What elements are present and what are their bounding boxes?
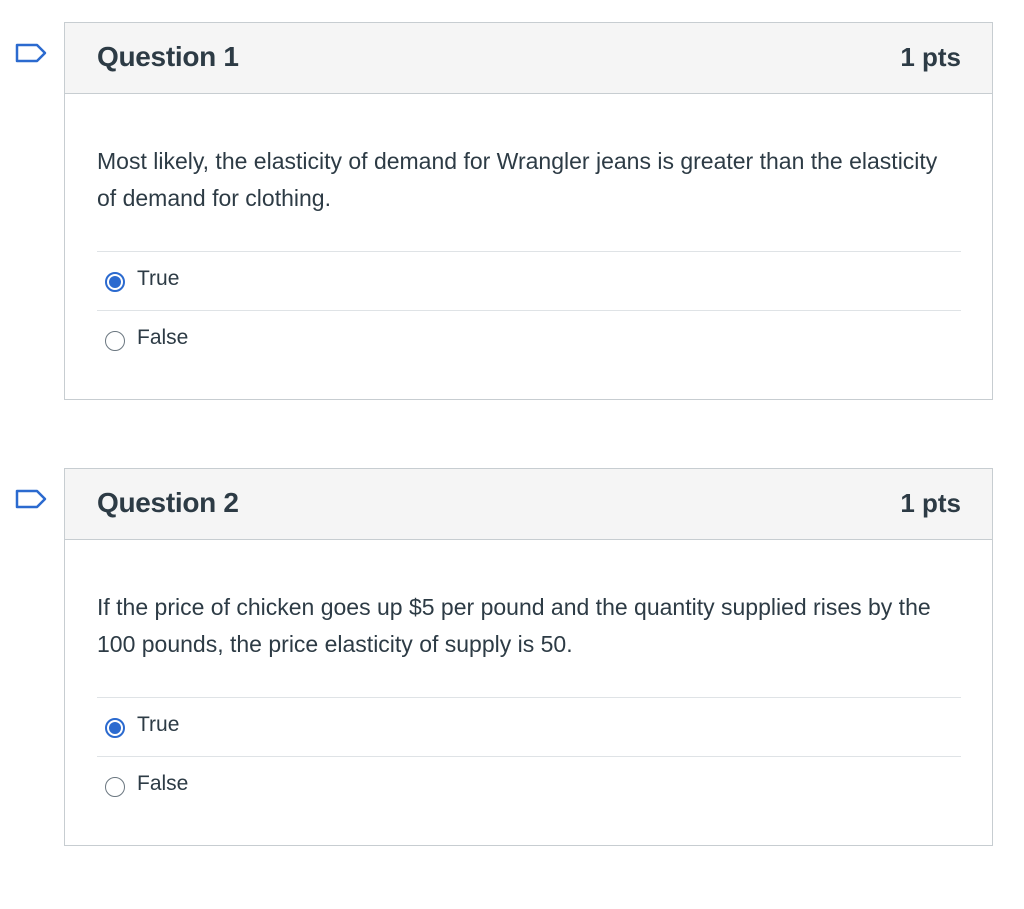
flag-question-icon[interactable]	[15, 489, 47, 509]
question-points: 1 pts	[900, 42, 961, 72]
radio-button-selected[interactable]	[105, 718, 125, 738]
question-header: Question 2 1 pts	[65, 469, 992, 540]
answer-option-false[interactable]: False	[97, 757, 961, 816]
answer-option-false[interactable]: False	[97, 311, 961, 370]
question-title: Question 1	[97, 41, 239, 72]
question-card: Question 2 1 pts If the price of chicken…	[64, 468, 993, 846]
question-text: If the price of chicken goes up $5 per p…	[97, 594, 931, 657]
flag-question-icon[interactable]	[15, 43, 47, 63]
radio-button[interactable]	[105, 331, 125, 351]
answer-label[interactable]: True	[137, 267, 179, 291]
answer-label[interactable]: False	[137, 772, 188, 796]
question-body: Most likely, the elasticity of demand fo…	[65, 94, 992, 370]
question-header: Question 1 1 pts	[65, 23, 992, 94]
radio-button-selected[interactable]	[105, 272, 125, 292]
radio-button[interactable]	[105, 777, 125, 797]
question-card: Question 1 1 pts Most likely, the elasti…	[64, 22, 993, 400]
question-points: 1 pts	[900, 488, 961, 518]
question-text: Most likely, the elasticity of demand fo…	[97, 148, 938, 211]
question-body: If the price of chicken goes up $5 per p…	[65, 540, 992, 816]
answer-label[interactable]: True	[137, 713, 179, 737]
question-title: Question 2	[97, 487, 239, 518]
answer-list: True False	[97, 697, 961, 816]
answer-label[interactable]: False	[137, 326, 188, 350]
answer-option-true[interactable]: True	[97, 698, 961, 757]
answer-option-true[interactable]: True	[97, 252, 961, 311]
answer-list: True False	[97, 251, 961, 370]
